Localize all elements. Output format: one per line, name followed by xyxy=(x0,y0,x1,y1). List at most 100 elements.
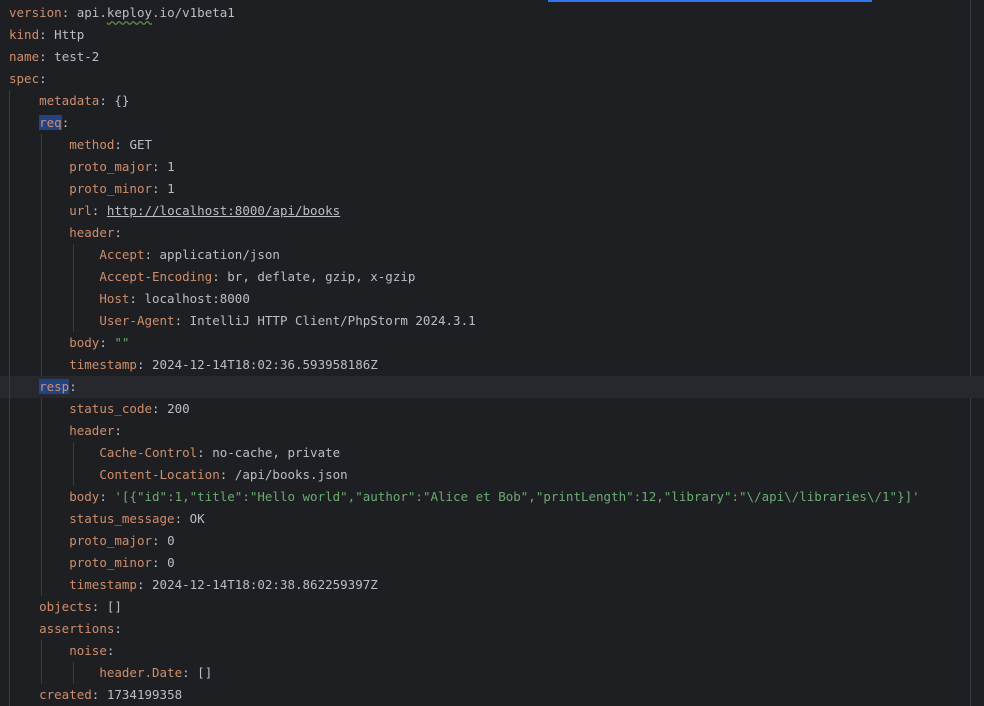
spelling-warning: keploy xyxy=(106,5,153,20)
indent-guide xyxy=(73,464,74,486)
yaml-value-proto-minor: 0 xyxy=(167,555,175,570)
indent-guide xyxy=(41,222,42,244)
yaml-value-proto-major: 0 xyxy=(167,533,175,548)
yaml-key-status-code: status_code xyxy=(69,401,153,416)
yaml-key-content-location: Content-Location xyxy=(99,467,220,482)
indent-guide xyxy=(9,618,10,640)
yaml-value-kind: Http xyxy=(54,27,85,42)
code-line-status-code[interactable]: status_code: 200 xyxy=(0,398,984,420)
code-line-spec[interactable]: spec: xyxy=(0,68,984,90)
code-line-name[interactable]: name: test-2 xyxy=(0,46,984,68)
code-line-accept-encoding[interactable]: Accept-Encoding: br, deflate, gzip, x-gz… xyxy=(0,266,984,288)
yaml-key-method: method xyxy=(69,137,115,152)
yaml-string-body: "" xyxy=(114,335,130,350)
code-line-req-timestamp[interactable]: timestamp: 2024-12-14T18:02:36.593958186… xyxy=(0,354,984,376)
yaml-key-timestamp: timestamp xyxy=(69,357,137,372)
yaml-key-created: created xyxy=(39,687,92,702)
indent-guide xyxy=(41,574,42,596)
code-line-version[interactable]: version: api.keploy.io/v1beta1 xyxy=(0,2,984,24)
code-line-kind[interactable]: kind: Http xyxy=(0,24,984,46)
indent-guide xyxy=(9,288,10,310)
indent-guide xyxy=(9,420,10,442)
yaml-editor[interactable]: version: api.keploy.io/v1beta1 kind: Htt… xyxy=(0,0,984,706)
yaml-key-host: Host xyxy=(99,291,130,306)
code-line-header-date[interactable]: header.Date: [] xyxy=(0,662,984,684)
code-line-objects[interactable]: objects: [] xyxy=(0,596,984,618)
code-line-resp-header[interactable]: header: xyxy=(0,420,984,442)
indent-guide xyxy=(41,398,42,420)
code-line-noise[interactable]: noise: xyxy=(0,640,984,662)
yaml-value-header-date: [] xyxy=(197,665,213,680)
yaml-key-assertions: assertions xyxy=(39,621,115,636)
code-line-resp-proto-minor[interactable]: proto_minor: 0 xyxy=(0,552,984,574)
indent-guide xyxy=(9,222,10,244)
indent-guide xyxy=(9,310,10,332)
yaml-key-resp: resp xyxy=(39,379,70,394)
indent-guide xyxy=(9,684,10,706)
yaml-key-header-date: header.Date xyxy=(99,665,183,680)
yaml-value-proto-major: 1 xyxy=(167,159,175,174)
indent-guide xyxy=(9,90,10,112)
code-line-host[interactable]: Host: localhost:8000 xyxy=(0,288,984,310)
indent-guide xyxy=(41,442,42,464)
yaml-value-cache-control: no-cache, private xyxy=(212,445,341,460)
yaml-key-req: req xyxy=(39,115,62,130)
indent-guide xyxy=(41,156,42,178)
code-line-resp-timestamp[interactable]: timestamp: 2024-12-14T18:02:38.862259397… xyxy=(0,574,984,596)
code-line-req-proto-major[interactable]: proto_major: 1 xyxy=(0,156,984,178)
yaml-key-status-message: status_message xyxy=(69,511,175,526)
indent-guide xyxy=(41,266,42,288)
code-line-req-proto-minor[interactable]: proto_minor: 1 xyxy=(0,178,984,200)
code-line-req-body[interactable]: body: "" xyxy=(0,332,984,354)
indent-guide xyxy=(9,244,10,266)
code-line-resp-proto-major[interactable]: proto_major: 0 xyxy=(0,530,984,552)
code-line-req-header[interactable]: header: xyxy=(0,222,984,244)
yaml-key-user-agent: User-Agent xyxy=(99,313,175,328)
url-link[interactable]: http://localhost:8000/api/books xyxy=(107,203,340,218)
indent-guide xyxy=(9,530,10,552)
yaml-key-body: body xyxy=(69,489,100,504)
indent-guide xyxy=(41,662,42,684)
yaml-key-proto-minor: proto_minor xyxy=(69,555,153,570)
code-line-status-message[interactable]: status_message: OK xyxy=(0,508,984,530)
code-area[interactable]: version: api.keploy.io/v1beta1 kind: Htt… xyxy=(0,2,984,706)
yaml-key-version: version xyxy=(9,5,62,20)
code-line-req-method[interactable]: method: GET xyxy=(0,134,984,156)
indent-guide xyxy=(9,112,10,134)
code-line-resp-current[interactable]: resp: xyxy=(0,376,984,398)
indent-guide xyxy=(73,266,74,288)
code-line-req-url[interactable]: url: http://localhost:8000/api/books xyxy=(0,200,984,222)
code-line-accept[interactable]: Accept: application/json xyxy=(0,244,984,266)
code-line-user-agent[interactable]: User-Agent: IntelliJ HTTP Client/PhpStor… xyxy=(0,310,984,332)
indent-guide xyxy=(9,662,10,684)
yaml-value-content-location: /api/books.json xyxy=(234,467,348,482)
indent-guide xyxy=(9,596,10,618)
indent-guide xyxy=(41,134,42,156)
yaml-key-kind: kind xyxy=(9,27,40,42)
code-line-resp-body[interactable]: body: '[{"id":1,"title":"Hello world","a… xyxy=(0,486,984,508)
code-line-metadata[interactable]: metadata: {} xyxy=(0,90,984,112)
code-line-created[interactable]: created: 1734199358 xyxy=(0,684,984,706)
indent-guide xyxy=(41,508,42,530)
yaml-value-version: api.keploy.io/v1beta1 xyxy=(76,5,235,20)
yaml-key-header: header xyxy=(69,423,115,438)
yaml-key-body: body xyxy=(69,335,100,350)
yaml-key-url: url xyxy=(69,203,92,218)
indent-guide xyxy=(9,552,10,574)
indent-guide xyxy=(9,464,10,486)
indent-guide xyxy=(41,354,42,376)
code-line-req[interactable]: req: xyxy=(0,112,984,134)
indent-guide xyxy=(41,288,42,310)
code-line-assertions[interactable]: assertions: xyxy=(0,618,984,640)
yaml-value-timestamp: 2024-12-14T18:02:36.593958186Z xyxy=(152,357,378,372)
yaml-key-proto-major: proto_major xyxy=(69,533,153,548)
code-line-cache-control[interactable]: Cache-Control: no-cache, private xyxy=(0,442,984,464)
indent-guide xyxy=(41,244,42,266)
code-line-content-location[interactable]: Content-Location: /api/books.json xyxy=(0,464,984,486)
yaml-key-accept: Accept xyxy=(99,247,145,262)
yaml-key-noise: noise xyxy=(69,643,107,658)
yaml-key-header: header xyxy=(69,225,115,240)
indent-guide xyxy=(73,288,74,310)
indent-guide xyxy=(73,244,74,266)
indent-guide xyxy=(41,310,42,332)
